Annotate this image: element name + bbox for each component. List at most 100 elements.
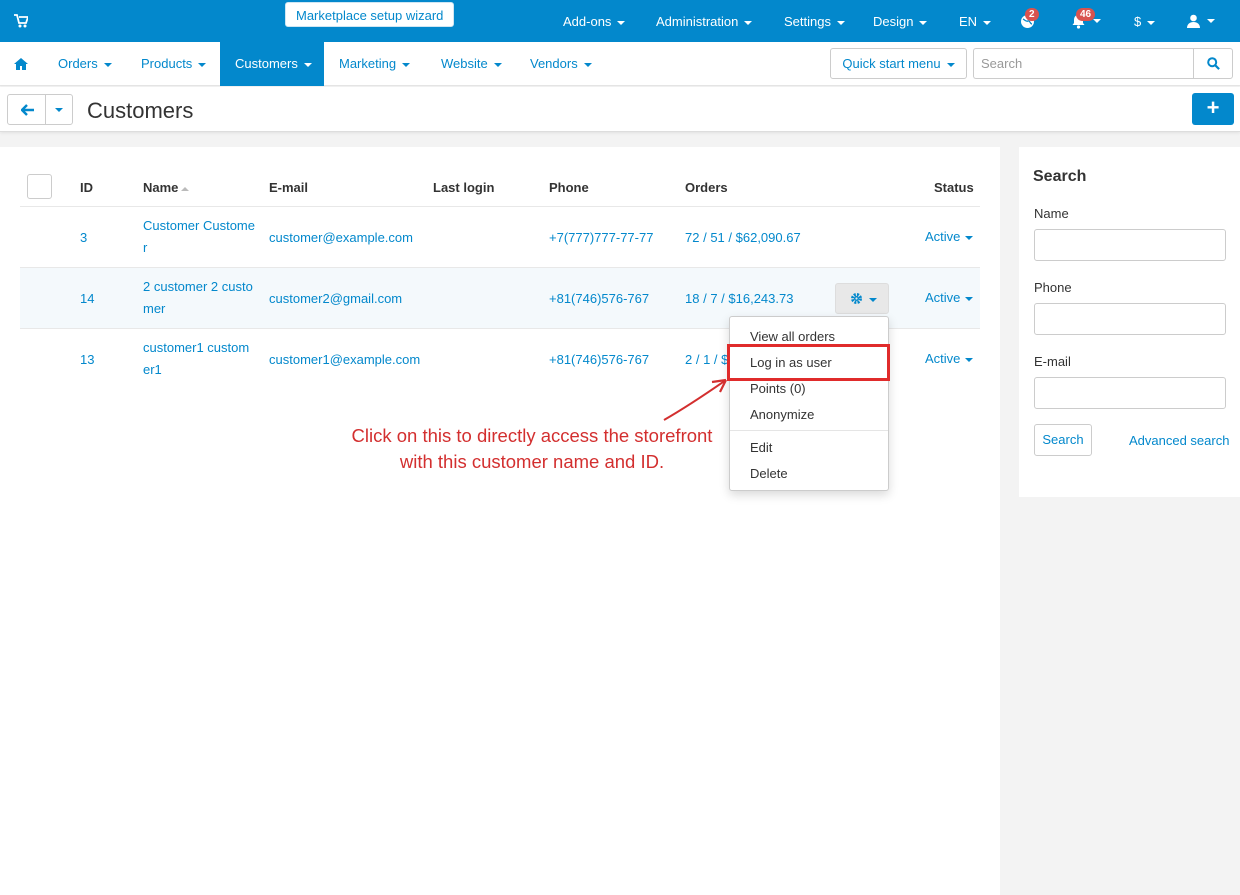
email-field[interactable]: [1034, 377, 1226, 409]
header-status[interactable]: Status: [934, 180, 974, 195]
alerts-menu[interactable]: [1071, 0, 1107, 42]
nav-vendors[interactable]: Vendors: [530, 42, 592, 86]
nav-website[interactable]: Website: [441, 42, 502, 86]
cell-email[interactable]: customer2@gmail.com: [269, 291, 402, 306]
select-all-checkbox[interactable]: [27, 174, 52, 199]
search-sidebar: Search Name Phone E-mail Search Advanced…: [1019, 147, 1240, 497]
phone-label: Phone: [1034, 280, 1072, 295]
home-icon: [14, 58, 28, 70]
name-field[interactable]: [1034, 229, 1226, 261]
cell-id[interactable]: 13: [80, 352, 94, 367]
name-label: Name: [1034, 206, 1069, 221]
chevron-down-icon: [869, 298, 877, 302]
search-icon: [1207, 57, 1220, 70]
page-title-bar: Customers +: [0, 87, 1240, 132]
cell-id[interactable]: 3: [80, 230, 87, 245]
header-id[interactable]: ID: [80, 180, 93, 195]
header-name[interactable]: Name: [143, 180, 190, 195]
administration-menu[interactable]: Administration: [656, 0, 753, 42]
customers-panel: [0, 147, 1000, 895]
cell-id[interactable]: 14: [80, 291, 94, 306]
header-email[interactable]: E-mail: [269, 180, 308, 195]
email-label: E-mail: [1034, 354, 1071, 369]
row-divider: [20, 206, 980, 207]
sort-ascending-icon: [181, 186, 190, 191]
add-customer-button[interactable]: +: [1192, 93, 1234, 125]
chevron-down-icon: [965, 296, 974, 301]
cell-email[interactable]: customer1@example.com: [269, 352, 420, 367]
chevron-down-icon: [744, 20, 753, 25]
chevron-down-icon: [303, 62, 312, 67]
delete-item[interactable]: Delete: [750, 466, 788, 481]
arrow-left-icon: [21, 104, 34, 116]
cell-status[interactable]: Active: [925, 290, 974, 305]
row-actions-button[interactable]: [835, 283, 889, 314]
edit-item[interactable]: Edit: [750, 440, 772, 455]
chevron-down-icon: [836, 20, 845, 25]
chevron-down-icon: [103, 62, 112, 67]
chevron-down-icon: [198, 62, 207, 67]
chevron-down-icon: [617, 20, 626, 25]
phone-field[interactable]: [1034, 303, 1226, 335]
chevron-down-icon: [919, 20, 928, 25]
currency-menu[interactable]: $: [1134, 0, 1156, 42]
chevron-down-icon: [1207, 19, 1215, 23]
language-menu[interactable]: EN: [959, 0, 992, 42]
design-menu[interactable]: Design: [873, 0, 928, 42]
plus-icon: +: [1206, 95, 1220, 120]
settings-menu[interactable]: Settings: [784, 0, 845, 42]
cell-email[interactable]: customer@example.com: [269, 230, 413, 245]
cell-name[interactable]: customer1 customer1: [143, 337, 255, 381]
top-bar: Marketplace setup wizard Add-ons Adminis…: [0, 0, 1240, 42]
highlight-box: [727, 344, 890, 381]
nav-marketing[interactable]: Marketing: [339, 42, 411, 86]
cart-icon[interactable]: [14, 13, 28, 29]
cell-phone[interactable]: +81(746)576-767: [549, 291, 649, 306]
annotation-line: with this customer name and ID.: [399, 451, 665, 472]
header-phone[interactable]: Phone: [549, 180, 589, 195]
marketplace-notifications[interactable]: [1020, 0, 1040, 42]
advanced-search-link[interactable]: Advanced search: [1129, 433, 1229, 448]
notifications-badge: 2: [1025, 8, 1039, 21]
cell-name[interactable]: Customer Customer: [143, 215, 255, 259]
nav-orders[interactable]: Orders: [58, 42, 112, 86]
cell-name[interactable]: 2 customer 2 customer: [143, 276, 255, 320]
main-navigation: Orders Products Customers Marketing Webs…: [0, 42, 1240, 86]
chevron-down-icon: [1093, 19, 1101, 23]
quick-start-menu-button[interactable]: Quick start menu: [830, 48, 967, 79]
chevron-down-icon: [946, 62, 955, 67]
view-all-orders-item[interactable]: View all orders: [750, 329, 835, 344]
cell-status[interactable]: Active: [925, 229, 974, 244]
annotation-line: Click on this to directly access the sto…: [351, 425, 713, 446]
cell-phone[interactable]: +7(777)777-77-77: [549, 230, 653, 245]
annotation-text: Click on this to directly access the sto…: [330, 423, 734, 475]
chevron-down-icon: [55, 108, 63, 112]
addons-menu[interactable]: Add-ons: [563, 0, 626, 42]
page-title: Customers: [87, 98, 194, 123]
header-orders[interactable]: Orders: [685, 180, 728, 195]
menu-divider: [730, 430, 888, 431]
back-history-dropdown[interactable]: [45, 94, 73, 125]
marketplace-setup-wizard-button[interactable]: Marketplace setup wizard: [285, 2, 455, 27]
cell-phone[interactable]: +81(746)576-767: [549, 352, 649, 367]
nav-products[interactable]: Products: [141, 42, 207, 86]
search-input[interactable]: [973, 48, 1194, 79]
anonymize-item[interactable]: Anonymize: [750, 407, 814, 422]
cell-orders[interactable]: 72 / 51 / $62,090.67: [685, 230, 801, 245]
chevron-down-icon: [965, 235, 974, 240]
row-divider: [20, 267, 980, 268]
cell-orders[interactable]: 2 / 1 / $: [685, 352, 728, 367]
chevron-down-icon: [493, 62, 502, 67]
back-button[interactable]: [7, 94, 46, 125]
chevron-down-icon: [583, 62, 592, 67]
points-item[interactable]: Points (0): [750, 381, 806, 396]
search-button[interactable]: [1193, 48, 1233, 79]
user-menu[interactable]: [1187, 0, 1217, 42]
sidebar-search-button[interactable]: Search: [1034, 424, 1092, 456]
chevron-down-icon: [1147, 20, 1156, 25]
header-last-login[interactable]: Last login: [433, 180, 494, 195]
cell-orders[interactable]: 18 / 7 / $16,243.73: [685, 291, 793, 306]
nav-customers[interactable]: Customers: [220, 42, 324, 86]
user-icon: [1187, 14, 1200, 28]
cell-status[interactable]: Active: [925, 351, 974, 366]
